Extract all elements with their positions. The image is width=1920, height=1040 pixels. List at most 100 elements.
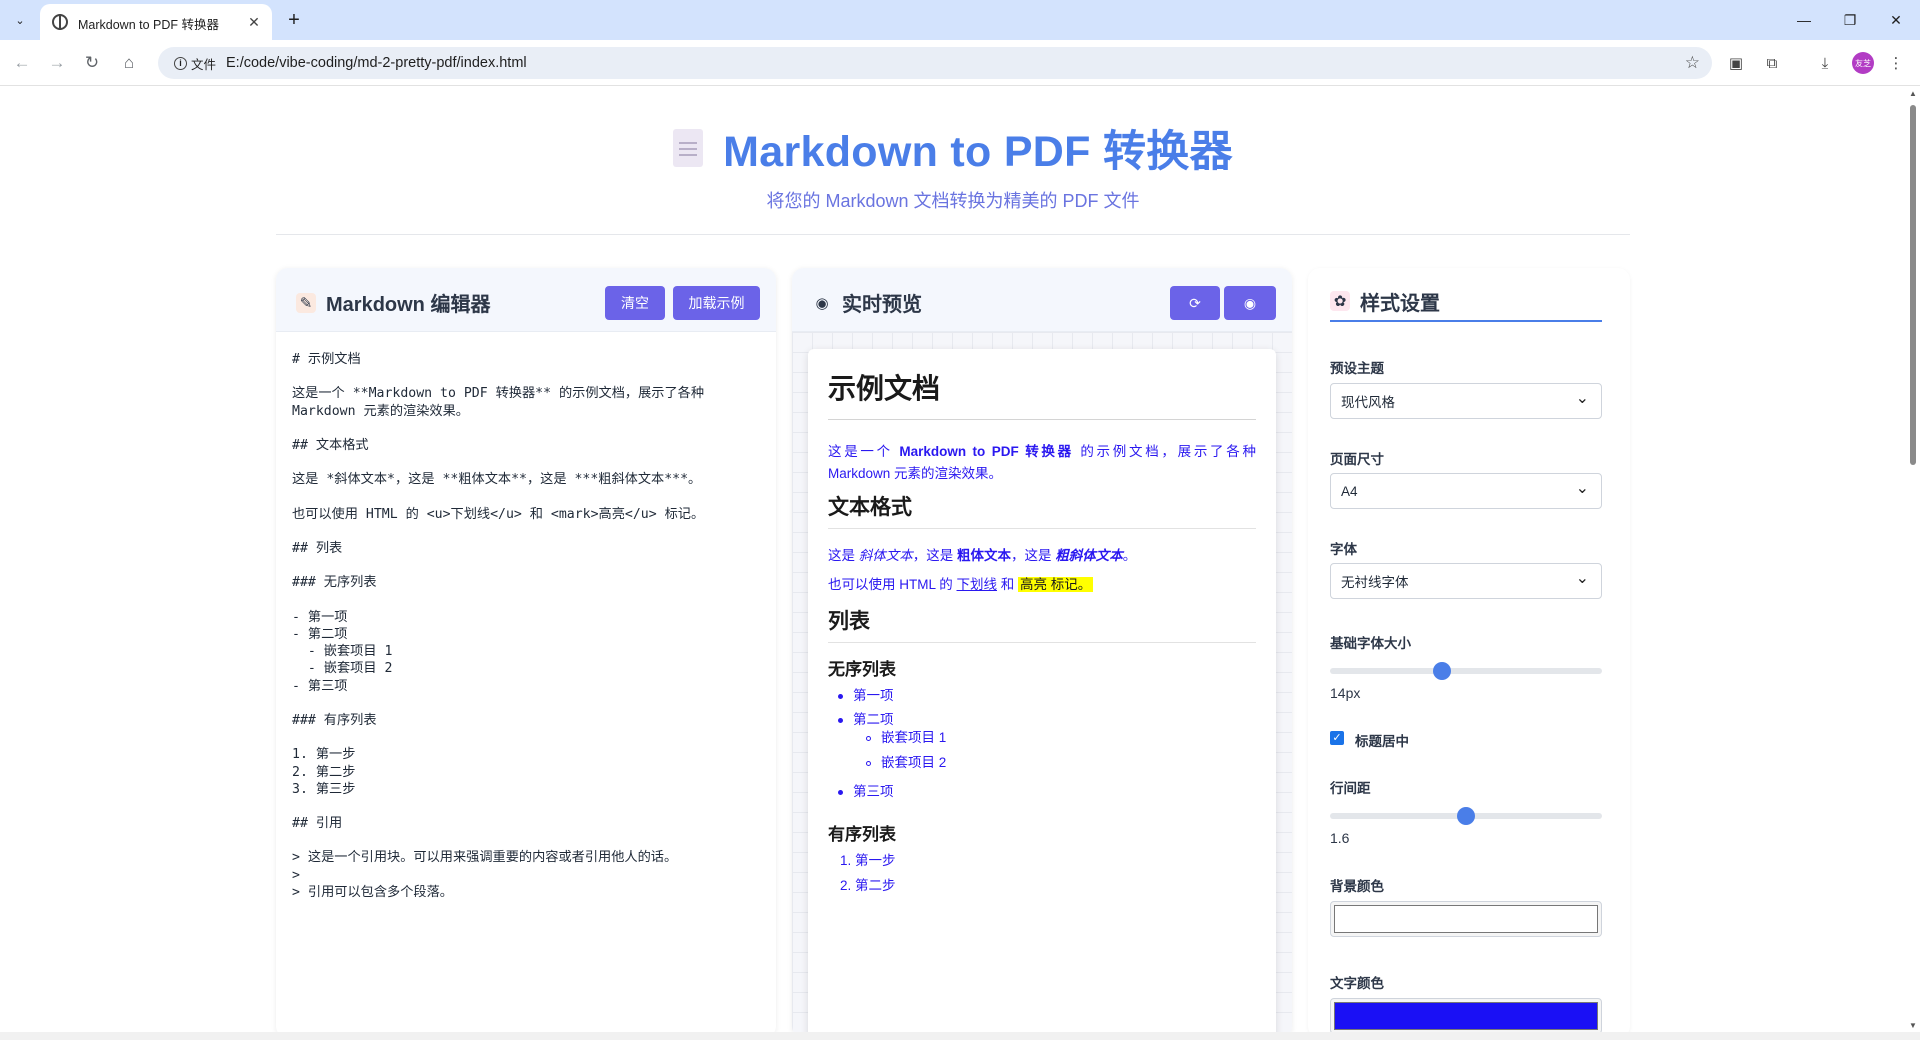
more-menu-icon[interactable]: ⋮ xyxy=(1884,51,1908,75)
editor-line: 3. 第三步 xyxy=(292,781,356,797)
bg-color-picker[interactable] xyxy=(1330,901,1602,937)
address-url[interactable]: E:/code/vibe-coding/md-2-pretty-pdf/inde… xyxy=(226,55,527,71)
vertical-scrollbar[interactable]: ▲ ▼ xyxy=(1906,87,1920,1032)
browser-tab[interactable]: Markdown to PDF 转换器 ✕ xyxy=(40,4,272,40)
scroll-down-icon[interactable]: ▼ xyxy=(1909,1021,1917,1030)
incognito-icon[interactable]: ▣ xyxy=(1724,51,1748,75)
editor-panel: ✎ Markdown 编辑器 清空 加载示例 # 示例文档 这是一个 **Mar… xyxy=(276,268,776,1032)
horizontal-scrollbar[interactable] xyxy=(0,1032,1920,1040)
bg-color-label: 背景颜色 xyxy=(1330,879,1384,894)
browser-tab-bar: ⌄ Markdown to PDF 转换器 ✕ + — ❐ ✕ xyxy=(0,0,1920,40)
scroll-up-icon[interactable]: ▲ xyxy=(1909,89,1917,98)
eye-emoji-icon: ◉ xyxy=(815,294,829,312)
editor-line: - 第一项 xyxy=(292,609,348,625)
center-title-checkbox[interactable]: ✓ xyxy=(1330,731,1344,745)
editor-line: # 示例文档 xyxy=(292,352,361,367)
preview-h3-unordered: 无序列表 xyxy=(828,660,896,679)
editor-line: ## 文本格式 xyxy=(292,437,369,453)
settings-title-row: ✿ 样式设置 xyxy=(1330,290,1602,322)
list-item: 2. 第二步 xyxy=(840,878,896,893)
editor-line: - 嵌套项目 2 xyxy=(292,661,393,677)
clear-button[interactable]: 清空 xyxy=(605,286,665,320)
preview-title-wrap: ◉ 实时预览 xyxy=(812,288,922,317)
back-icon[interactable]: ← xyxy=(8,49,36,77)
tab-search-chevron-icon[interactable]: ⌄ xyxy=(8,8,32,32)
close-tab-icon[interactable]: ✕ xyxy=(244,12,264,32)
page-subtitle: 将您的 Markdown 文档转换为精美的 PDF 文件 xyxy=(766,191,1140,211)
list-item: 嵌套项目 2 xyxy=(866,751,946,771)
page-size-select[interactable]: A4 xyxy=(1330,473,1602,509)
download-icon[interactable]: ⤓ xyxy=(1813,51,1837,75)
base-font-size-value: 14px xyxy=(1330,685,1361,701)
page-content: Markdown to PDF 转换器 将您的 Markdown 文档转换为精美… xyxy=(0,87,1906,1032)
text-color-picker[interactable] xyxy=(1330,998,1602,1032)
text-color-label: 文字颜色 xyxy=(1330,976,1384,991)
editor-header: ✎ Markdown 编辑器 清空 加载示例 xyxy=(276,268,776,332)
editor-line: 这是一个 **Markdown to PDF 转换器** 的示例文档，展示了各种 xyxy=(292,386,705,402)
page-size-label: 页面尺寸 xyxy=(1330,452,1384,467)
toggle-preview-button[interactable]: ◉ xyxy=(1224,286,1276,320)
info-icon: i xyxy=(174,56,187,70)
font-select[interactable]: 无衬线字体 xyxy=(1330,563,1602,599)
avatar[interactable]: 友芝 xyxy=(1852,52,1874,74)
theme-select-value: 现代风格 xyxy=(1341,395,1395,410)
preview-h2-format: 文本格式 xyxy=(828,491,1256,529)
preview-format-paragraph: 这是 斜体文本，这是 粗体文本，这是 粗斜体文本。 xyxy=(828,548,1137,563)
editor-title-wrap: ✎ Markdown 编辑器 xyxy=(296,288,490,317)
new-tab-button[interactable]: + xyxy=(282,8,306,32)
list-item: 1. 第一步 xyxy=(840,853,896,868)
browser-toolbar: ← → ↻ ⌂ i 文件 E:/code/vibe-coding/md-2-pr… xyxy=(0,40,1920,86)
document-icon xyxy=(673,129,704,167)
preview-panel: ◉ 实时预览 ⟳ ◉ 示例文档 这是一个 Markdown to PDF 转换器… xyxy=(792,268,1292,1032)
editor-line: - 嵌套项目 1 xyxy=(292,644,393,660)
window-close-icon[interactable]: ✕ xyxy=(1876,6,1916,34)
header-title-row: Markdown to PDF 转换器 xyxy=(276,117,1630,179)
editor-line: 这是 *斜体文本*，这是 **粗体文本**，这是 ***粗斜体文本***。 xyxy=(292,472,702,488)
refresh-preview-button[interactable]: ⟳ xyxy=(1170,286,1220,320)
page-size-select-value: A4 xyxy=(1341,483,1358,499)
editor-line: - 第三项 xyxy=(292,678,348,694)
theme-select[interactable]: 现代风格 xyxy=(1330,383,1602,419)
palette-icon: ✿ xyxy=(1330,291,1350,311)
preview-h1: 示例文档 xyxy=(828,367,1256,420)
preview-intro-paragraph: 这是一个 Markdown to PDF 转换器 的示例文档，展示了各种 Mar… xyxy=(828,444,1256,481)
preview-header: ◉ 实时预览 ⟳ ◉ xyxy=(792,268,1292,332)
load-example-button[interactable]: 加载示例 xyxy=(673,286,760,320)
page-title: Markdown to PDF 转换器 xyxy=(723,128,1233,176)
settings-panel: ✿ 样式设置 预设主题 现代风格 页面尺寸 A4 字体 无衬线字体 基础字体大小… xyxy=(1308,268,1630,1032)
address-scheme: 文件 xyxy=(191,57,217,72)
base-font-size-slider[interactable] xyxy=(1330,662,1602,680)
home-icon[interactable]: ⌂ xyxy=(115,49,143,77)
slider-thumb[interactable] xyxy=(1457,807,1475,825)
reload-icon[interactable]: ↻ xyxy=(78,49,106,77)
scroll-thumb[interactable] xyxy=(1910,105,1916,465)
restore-icon[interactable]: ❐ xyxy=(1830,6,1870,34)
memo-icon: ✎ xyxy=(296,292,316,313)
bookmark-star-icon[interactable]: ☆ xyxy=(1685,53,1700,73)
editor-line: ## 列表 xyxy=(292,541,343,557)
list-item: 第三项 xyxy=(838,780,894,800)
forward-icon[interactable]: → xyxy=(43,49,71,77)
minimize-icon[interactable]: — xyxy=(1784,6,1824,34)
theme-label: 预设主题 xyxy=(1330,361,1384,376)
markdown-textarea[interactable]: # 示例文档 这是一个 **Markdown to PDF 转换器** 的示例文… xyxy=(292,350,752,900)
line-height-slider[interactable] xyxy=(1330,807,1602,825)
font-select-value: 无衬线字体 xyxy=(1341,575,1409,590)
editor-line: > xyxy=(292,867,300,883)
editor-line: - 第二项 xyxy=(292,627,348,642)
site-info-chip[interactable]: i 文件 xyxy=(166,51,224,75)
address-bar[interactable]: i 文件 E:/code/vibe-coding/md-2-pretty-pdf… xyxy=(158,47,1712,79)
slider-thumb[interactable] xyxy=(1432,662,1451,680)
preview-h2-list: 列表 xyxy=(828,605,1256,643)
editor-line: 1. 第一步 xyxy=(292,747,356,763)
extensions-icon[interactable]: ⧉ xyxy=(1760,51,1784,75)
editor-line: > 引用可以包含多个段落。 xyxy=(292,884,453,900)
